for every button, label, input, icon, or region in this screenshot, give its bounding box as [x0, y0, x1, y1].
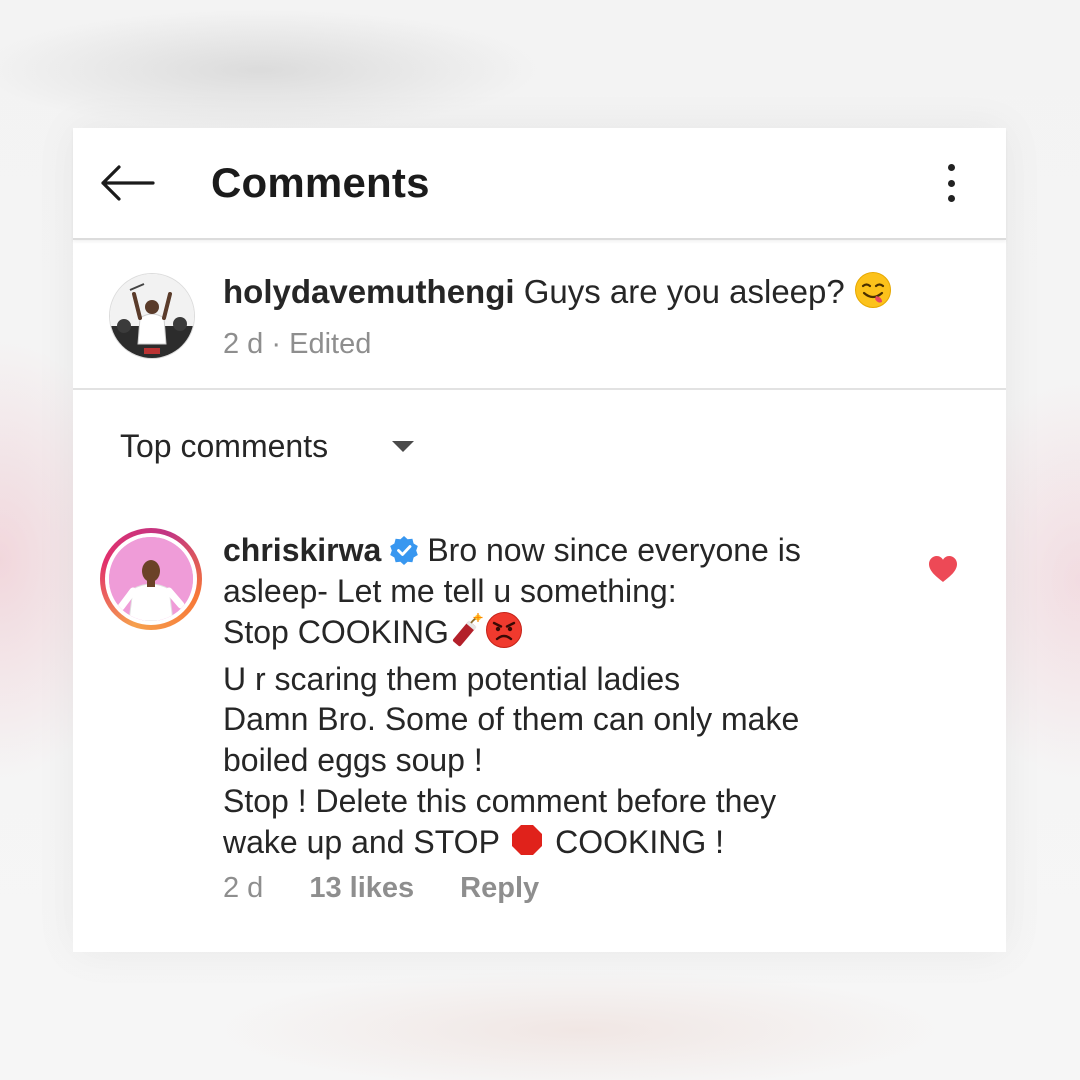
owner-avatar-photo: [110, 274, 194, 358]
app-bar: Comments: [73, 128, 1006, 240]
firecracker-emoji: [449, 613, 485, 659]
caption-time: 2 d: [223, 328, 264, 360]
heart-icon[interactable]: [927, 554, 959, 584]
meta-separator: ·: [271, 328, 282, 360]
comment-line: Stop COOKING: [223, 611, 883, 659]
commenter-avatar-photo: [109, 537, 193, 621]
comment-line-text: Stop COOKING: [223, 614, 449, 651]
comments-panel: Comments holydavemuthengi Guys are you a…: [73, 128, 1006, 952]
verified-badge-icon: [390, 536, 419, 565]
more-options-button[interactable]: [931, 160, 971, 206]
caption-message: Guys are you asleep?: [523, 273, 845, 310]
back-button[interactable]: [97, 158, 157, 208]
comment-line: wake up and STOP COOKING !: [223, 821, 883, 869]
comment-meta: 2 d 13 likes Reply: [223, 870, 539, 906]
likes-count-link[interactable]: 13 likes: [309, 870, 414, 906]
comment-text: chriskirwa Bro now since everyone is asl…: [223, 530, 883, 869]
story-ring-gap: [105, 533, 197, 625]
sort-dropdown[interactable]: Top comments: [120, 424, 415, 468]
comment-time: 2 d: [223, 872, 264, 904]
caption-username[interactable]: holydavemuthengi: [223, 273, 515, 310]
page-title: Comments: [211, 159, 430, 206]
comment-line-text: wake up and STOP: [223, 824, 500, 861]
face-savoring-food-emoji: [854, 271, 892, 320]
avatar[interactable]: [109, 273, 195, 359]
more-vertical-icon-dot: [947, 179, 955, 187]
stop-sign-emoji: [508, 821, 546, 869]
comment-line: chriskirwa Bro now since everyone is: [223, 530, 883, 571]
reply-button[interactable]: Reply: [460, 870, 539, 906]
comment-line-text: Bro now since everyone is: [427, 532, 801, 568]
comment-line-text: COOKING !: [555, 824, 725, 861]
more-vertical-icon-dot: [947, 195, 955, 202]
sort-label: Top comments: [120, 427, 329, 464]
comment-line: asleep- Let me tell u something:: [223, 572, 677, 609]
caption-text: holydavemuthengi Guys are you asleep?: [223, 270, 892, 320]
comment-username[interactable]: chriskirwa: [223, 532, 381, 568]
arrow-left-icon: [101, 165, 155, 201]
angry-face-emoji: [485, 611, 523, 659]
comment-line: U r scaring them potential ladies: [223, 660, 681, 697]
comment-line: Damn Bro. Some of them can only make: [223, 701, 800, 738]
more-vertical-icon: [947, 164, 955, 171]
comment-line: boiled eggs soup !: [223, 741, 483, 778]
caption-meta: 2 d · Edited: [223, 326, 371, 362]
comment-line: Stop ! Delete this comment before they: [223, 782, 777, 819]
caret-down-icon: [392, 440, 415, 452]
avatar[interactable]: [100, 528, 202, 630]
post-caption: holydavemuthengi Guys are you asleep? 2 …: [73, 240, 1006, 390]
edited-label: Edited: [289, 328, 372, 360]
